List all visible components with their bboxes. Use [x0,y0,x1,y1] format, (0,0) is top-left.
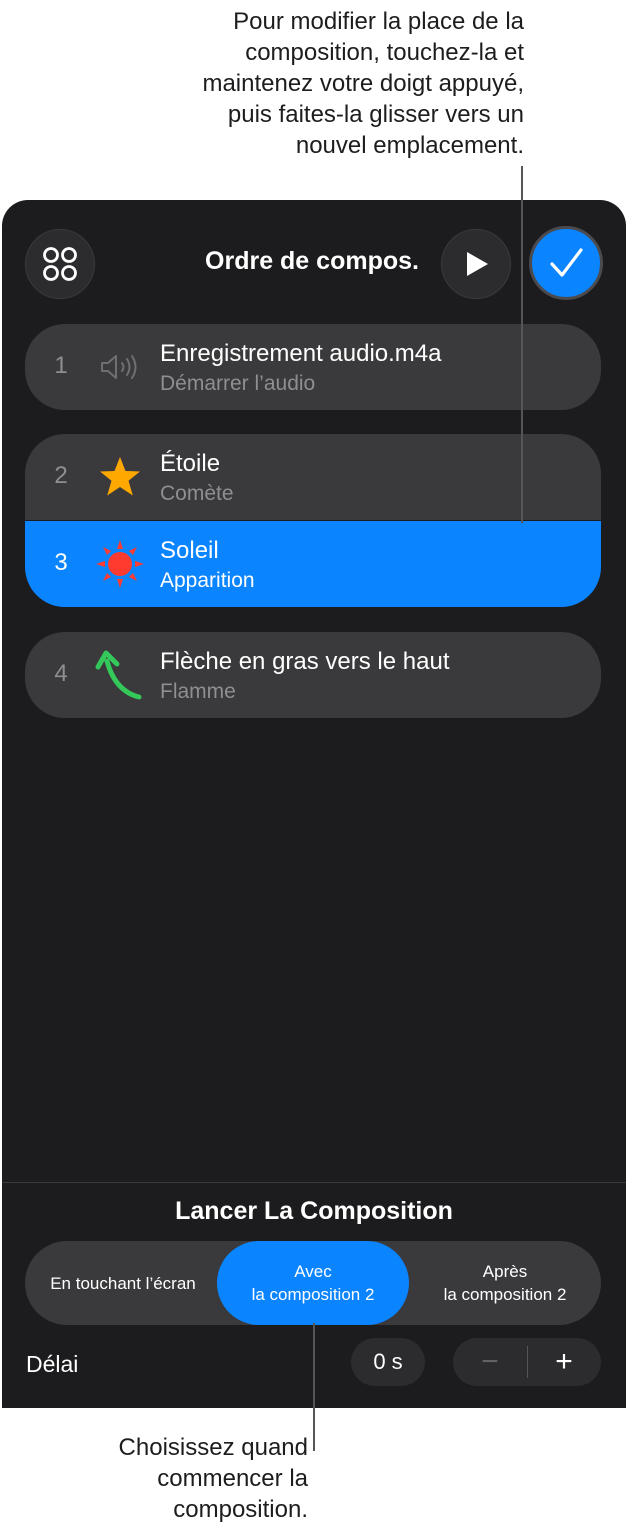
build-number: 3 [54,549,68,576]
grid-icon [43,247,77,281]
callout-line: nouvel emplacement. [295,132,524,159]
build-row[interactable]: 2 Étoile Comète [25,434,601,520]
arrow-icon [95,650,145,700]
callout-leader-line [521,166,523,523]
build-number: 1 [54,352,68,379]
build-name: Étoile [160,450,221,477]
build-effect: Apparition [160,569,255,592]
delay-label: Délai [26,1351,79,1377]
build-row[interactable]: 1 Enregistrement audio.m4a Démarrer l’au… [25,324,601,410]
build-name: Flèche en gras vers le haut [160,648,450,675]
option-label: la composition 2 [443,1285,567,1304]
delay-stepper: − + [453,1338,601,1386]
option-label: En touchant l’écran [50,1273,196,1293]
build-row-selected[interactable]: 3 Soleil Apparition [25,521,601,607]
callout-line: commencer la [157,1465,308,1492]
decrement-button[interactable]: − [453,1338,527,1386]
build-number: 4 [54,660,68,687]
option-label: la composition 2 [251,1285,375,1304]
play-button[interactable] [441,229,511,299]
callout-start-build: Choisissez quand commencer la compositio… [48,1432,308,1525]
build-order-panel: Ordre de compos. 1 Enregistrement audio.… [2,200,626,1408]
build-number: 2 [54,462,68,489]
done-button[interactable] [529,226,603,300]
build-effect: Démarrer l’audio [160,372,316,395]
checkmark-icon [550,248,583,277]
build-name: Enregistrement audio.m4a [160,340,442,367]
callout-line: composition, touchez-la et [245,39,524,66]
callout-line: puis faites-la glisser vers un [227,101,524,128]
star-icon [95,452,145,502]
callout-reorder: Pour modifier la place de la composition… [84,6,524,161]
play-icon [467,252,488,276]
build-effect: Flamme [160,680,236,703]
callout-line: maintenez votre doigt appuyé, [202,70,524,97]
option-on-tap[interactable]: En touchant l’écran [29,1241,217,1325]
option-with-build[interactable]: Avec la composition 2 [217,1241,409,1325]
callout-line: Choisissez quand [118,1434,308,1461]
panel-title: Ordre de compos. [205,247,419,275]
callout-line: Pour modifier la place de la [233,8,524,35]
delay-value-field[interactable]: 0 s [351,1338,425,1386]
build-name: Soleil [160,537,219,564]
build-list-button[interactable] [25,229,95,299]
build-row[interactable]: 4 Flèche en gras vers le haut Flamme [25,632,601,718]
start-build-title: Lancer La Composition [175,1197,453,1225]
sun-icon [95,539,145,589]
callout-line: composition. [173,1496,308,1523]
option-label: Après [482,1262,528,1281]
increment-button[interactable]: + [527,1338,601,1386]
speaker-icon [95,342,145,392]
start-build-segmented-control: En touchant l’écran Avec la composition … [25,1241,601,1325]
option-label: Avec [294,1262,332,1281]
callout-leader-line [313,1323,315,1451]
build-effect: Comète [160,482,234,505]
option-after-build[interactable]: Après la composition 2 [409,1241,601,1325]
